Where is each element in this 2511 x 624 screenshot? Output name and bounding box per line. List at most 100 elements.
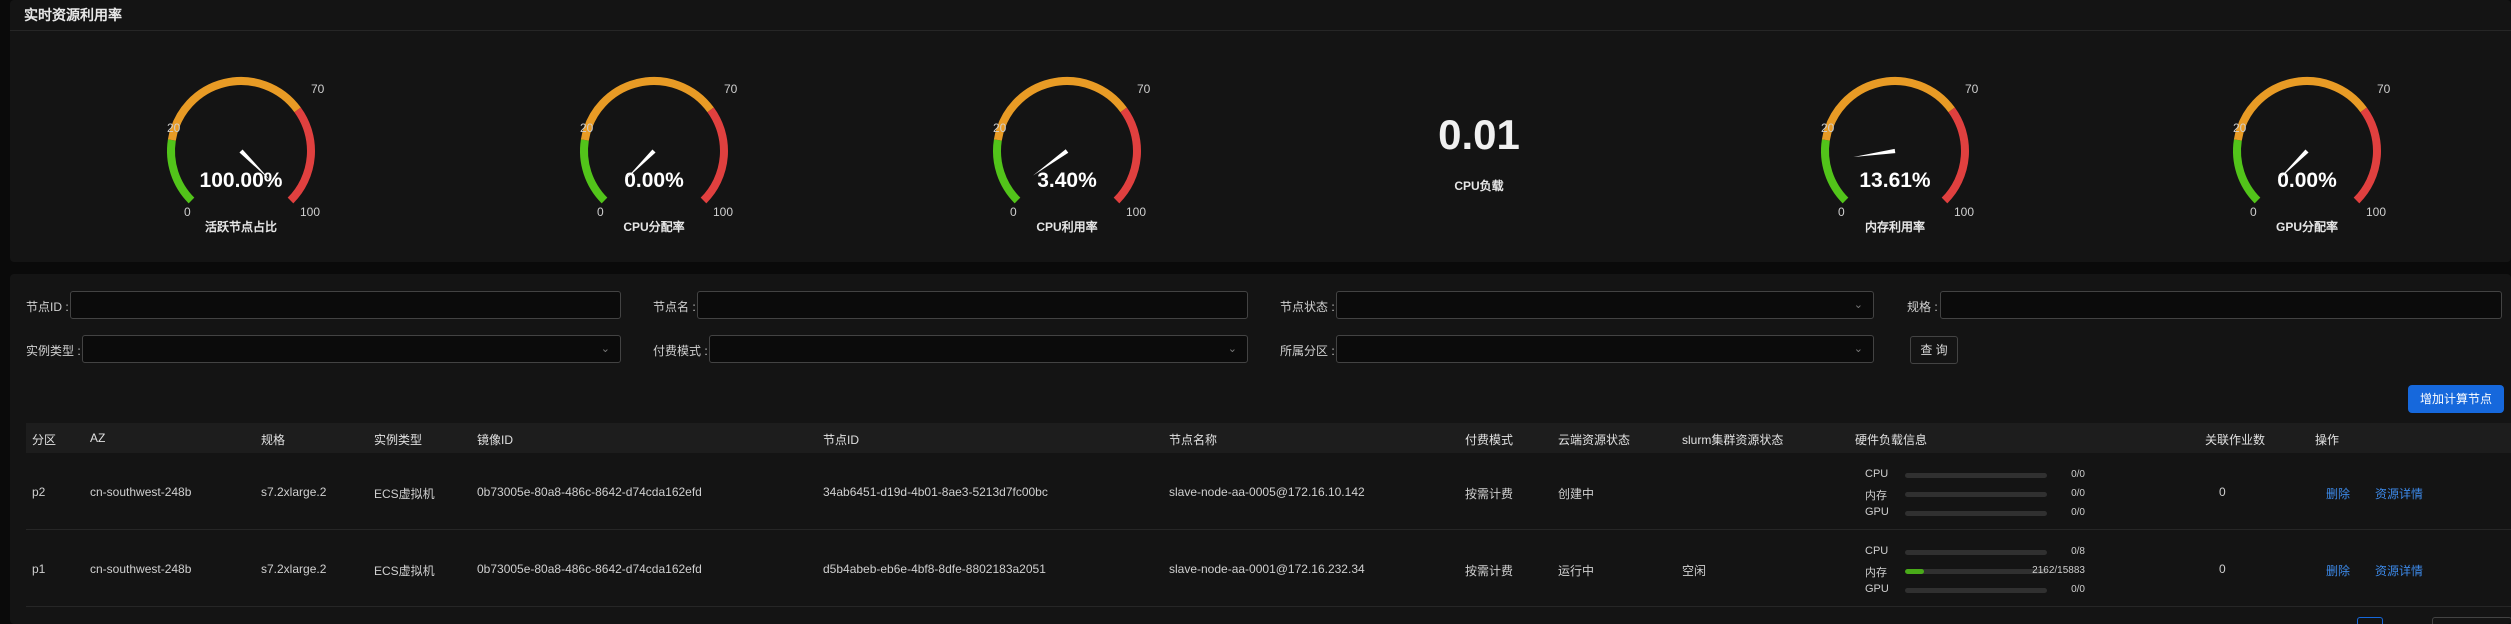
column-header: 分区: [32, 433, 57, 447]
gauge-cpu-allocation: 0 20 70 100 0.00% CPU分配率: [539, 31, 799, 262]
gauge-svg: [993, 77, 1141, 204]
gauge-label: CPU分配率: [623, 220, 685, 234]
gauge-label: GPU分配率: [2275, 220, 2338, 234]
table-row: p1 cn-southwest-248b s7.2xlarge.2 ECS虚拟机…: [26, 531, 2511, 607]
spec-input[interactable]: [1940, 291, 2502, 319]
gauge-arc-orange: [1821, 77, 1955, 141]
gauge-tick-label: 100: [1954, 205, 1975, 219]
query-button[interactable]: 查 询: [1910, 336, 1958, 364]
hardware-usage-bar: [1905, 511, 2047, 516]
column-header: 关联作业数: [2205, 433, 2266, 447]
gauge-arc-orange: [167, 77, 301, 141]
column-header: 节点名称: [1169, 433, 1218, 447]
partition-label: 所属分区 :: [1280, 344, 1335, 358]
add-compute-node-button[interactable]: 增加计算节点: [2408, 385, 2504, 413]
cell-az: cn-southwest-248b: [90, 485, 192, 499]
column-header: 实例类型: [374, 433, 423, 447]
node-status-select[interactable]: ⌄: [1336, 291, 1874, 319]
hardware-usage-bar: [1905, 588, 2047, 593]
cell-spec: s7.2xlarge.2: [261, 485, 327, 499]
node-name-input[interactable]: [697, 291, 1248, 319]
partition-select[interactable]: ⌄: [1336, 335, 1874, 363]
spec-label: 规格 :: [1907, 300, 1938, 314]
gauge-value: 0.00%: [624, 169, 684, 192]
column-header: AZ: [90, 431, 106, 445]
gauge-tick-label: 0: [597, 205, 604, 219]
hardware-usage-text: 0/8: [2071, 546, 2085, 557]
gauge-tick-label: 0: [2250, 205, 2257, 219]
gauge-row: 0 20 70 100 100.00% 活跃节点占比 0 20 70 100 0.00% CPU分配…: [10, 31, 2511, 262]
cell-node-name: slave-node-aa-0005@172.16.10.142: [1169, 485, 1365, 499]
gauge-value: 100.00%: [199, 169, 283, 192]
hardware-usage-bar: [1905, 550, 2047, 555]
gauge-tick-label: 100: [1126, 205, 1147, 219]
column-header: 镜像ID: [477, 433, 514, 447]
delete-link[interactable]: 删除: [2326, 485, 2350, 502]
gauge-tick-label: 0: [1838, 205, 1845, 219]
gauge-svg: [1821, 77, 1969, 204]
node-id-input[interactable]: [70, 291, 621, 319]
cell-instance-type: ECS虚拟机: [374, 487, 435, 501]
gauge-value: 3.40%: [1037, 169, 1097, 192]
cpu-load-label: CPU负载: [1454, 179, 1504, 193]
gauge-tick-label: 0: [184, 205, 191, 219]
gauge-tick-label: 20: [2233, 121, 2247, 135]
gauge-tick-label: 100: [713, 205, 734, 219]
hardware-usage-text: 0/0: [2071, 488, 2085, 499]
column-header: 云端资源状态: [1558, 433, 1631, 447]
column-header: 付费模式: [1465, 433, 1514, 447]
hardware-usage-text: 0/0: [2071, 469, 2085, 480]
hardware-usage-bar: [1905, 569, 2047, 574]
gauge-tick-label: 20: [167, 121, 181, 135]
cell-job-count: 0: [2219, 485, 2226, 499]
gauge-tick-label: 20: [1821, 121, 1835, 135]
cell-cloud-status: 创建中: [1558, 487, 1595, 501]
table-row: p2 cn-southwest-248b s7.2xlarge.2 ECS虚拟机…: [26, 454, 2511, 530]
panel-title: 实时资源利用率: [24, 7, 122, 23]
hardware-memory-line: 内存 0/0: [1865, 487, 2085, 502]
gauge-tick-label: 70: [2377, 82, 2391, 96]
delete-link[interactable]: 删除: [2326, 562, 2350, 579]
cell-az: cn-southwest-248b: [90, 562, 192, 576]
pagination-size-select[interactable]: [2432, 617, 2511, 624]
hardware-usage-bar: [1905, 492, 2047, 497]
node-id-label: 节点ID :: [26, 300, 69, 314]
gauge-arc-orange: [2233, 77, 2367, 141]
gauge-tick-label: 70: [724, 82, 738, 96]
gauge-tick-label: 100: [2366, 205, 2387, 219]
cell-image-id: 0b73005e-80a8-486c-8642-d74cda162efd: [477, 485, 702, 499]
gauge-value: 13.61%: [1859, 169, 1931, 192]
table-header: 分区 AZ 规格 实例类型 镜像ID 节点ID 节点名称 付费模式 云端资源状态…: [26, 423, 2511, 453]
hardware-name: CPU: [1865, 545, 1889, 557]
hardware-cpu-line: CPU 0/0: [1865, 468, 2085, 481]
gauge-tick-label: 70: [1965, 82, 1979, 96]
cell-node-id: d5b4abeb-eb6e-4bf8-8dfe-8802183a2051: [823, 562, 1046, 576]
gauge-active-nodes: 0 20 70 100 100.00% 活跃节点占比: [126, 31, 386, 262]
hardware-name: 内存: [1865, 567, 1887, 579]
pagination-current-page[interactable]: [2357, 617, 2383, 624]
column-header: 硬件负载信息: [1855, 433, 1928, 447]
gauge-gpu-allocation: 0 20 70 100 0.00% GPU分配率: [2192, 31, 2452, 262]
node-status-label: 节点状态 :: [1280, 300, 1335, 314]
cell-node-name: slave-node-aa-0001@172.16.232.34: [1169, 562, 1365, 576]
resource-detail-link[interactable]: 资源详情: [2375, 485, 2423, 502]
instance-type-label: 实例类型 :: [26, 344, 81, 358]
gauge-svg: [2233, 77, 2381, 204]
billing-mode-select[interactable]: ⌄: [709, 335, 1248, 363]
gauge-memory-utilization: 0 20 70 100 13.61% 内存利用率: [1780, 31, 2040, 262]
cell-spec: s7.2xlarge.2: [261, 562, 327, 576]
gauge-label: CPU利用率: [1036, 220, 1098, 234]
hardware-gpu-line: GPU 0/0: [1865, 583, 2085, 596]
gauge-tick-label: 70: [311, 82, 325, 96]
resource-detail-link[interactable]: 资源详情: [2375, 562, 2423, 579]
cell-instance-type: ECS虚拟机: [374, 564, 435, 578]
instance-type-select[interactable]: ⌄: [82, 335, 621, 363]
cell-partition: p1: [32, 562, 46, 576]
gauge-value: 0.00%: [2277, 169, 2337, 192]
cell-slurm-status: 空闲: [1682, 564, 1707, 578]
gauge-tick-label: 70: [1137, 82, 1151, 96]
hardware-cpu-line: CPU 0/8: [1865, 545, 2085, 558]
chevron-down-icon: ⌄: [600, 343, 610, 355]
cpu-load-value: 0.01: [1438, 111, 1520, 158]
gauge-tick-label: 100: [300, 205, 321, 219]
